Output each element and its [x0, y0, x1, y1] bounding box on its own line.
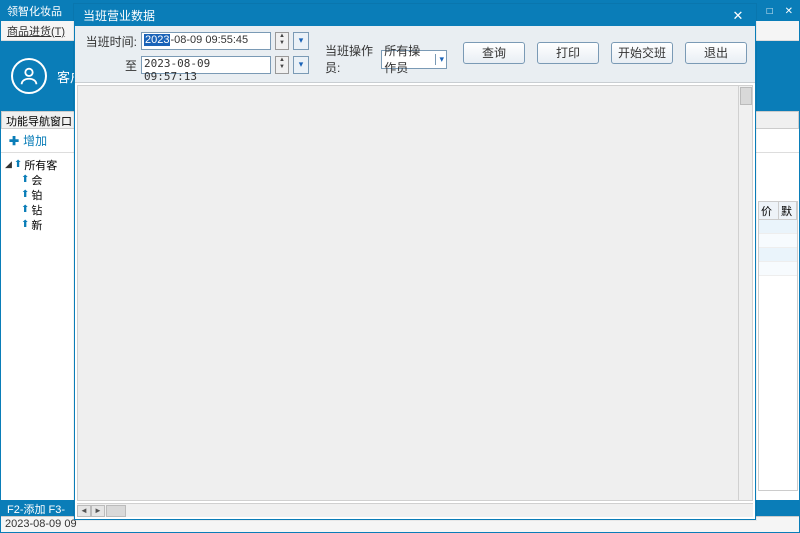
- button-row: 查询 打印 开始交班 退出: [463, 42, 747, 64]
- end-time-spinner[interactable]: ▲▼: [275, 56, 289, 74]
- chevron-down-icon: ▾: [435, 54, 444, 65]
- scroll-thumb[interactable]: [106, 505, 126, 517]
- menu-goods[interactable]: 商品进货(T): [7, 23, 65, 39]
- exit-button[interactable]: 退出: [685, 42, 747, 64]
- dialog-body: [77, 85, 753, 501]
- start-time-input[interactable]: 2023-08-09 09:55:45: [141, 32, 271, 50]
- dialog-title: 当班营业数据: [83, 7, 155, 24]
- main-title: 领智化妆品: [7, 3, 62, 19]
- close-icon[interactable]: ✕: [785, 6, 793, 17]
- dialog-close-icon[interactable]: ✕: [729, 8, 747, 24]
- maximize-icon[interactable]: □: [767, 6, 773, 17]
- operator-label: 当班操作员:: [325, 42, 377, 76]
- dialog-titlebar: 当班营业数据 ✕: [75, 5, 755, 26]
- end-time-dropdown-icon[interactable]: ▾: [293, 56, 309, 74]
- start-time-label: 当班时间:: [83, 33, 137, 50]
- avatar-icon: [11, 58, 47, 94]
- end-time-input[interactable]: 2023-08-09 09:57:13: [141, 56, 271, 74]
- col-price: 价: [759, 202, 779, 219]
- print-button[interactable]: 打印: [537, 42, 599, 64]
- shift-data-dialog: 当班营业数据 ✕ 当班时间: 2023-08-09 09:55:45 ▲▼ ▾ …: [74, 4, 756, 520]
- right-grid: 价 默: [758, 201, 798, 491]
- scroll-right-icon[interactable]: ►: [91, 505, 105, 517]
- col-default: 默: [779, 202, 797, 219]
- time-block: 当班时间: 2023-08-09 09:55:45 ▲▼ ▾ 至 2023-08…: [83, 32, 309, 74]
- start-shift-button[interactable]: 开始交班: [611, 42, 673, 64]
- operator-value: 所有操作员: [384, 42, 431, 76]
- end-time-label: 至: [83, 57, 137, 74]
- add-button[interactable]: 增加: [23, 132, 47, 149]
- horizontal-scrollbar[interactable]: ◄ ►: [77, 503, 753, 517]
- end-time-row: 至 2023-08-09 09:57:13 ▲▼ ▾: [83, 56, 309, 74]
- vertical-scrollbar[interactable]: [738, 86, 752, 500]
- start-time-spinner[interactable]: ▲▼: [275, 32, 289, 50]
- dialog-toolbar: 当班时间: 2023-08-09 09:55:45 ▲▼ ▾ 至 2023-08…: [75, 26, 755, 83]
- scroll-left-icon[interactable]: ◄: [77, 505, 91, 517]
- start-time-row: 当班时间: 2023-08-09 09:55:45 ▲▼ ▾: [83, 32, 309, 50]
- start-time-dropdown-icon[interactable]: ▾: [293, 32, 309, 50]
- grid-rows: [759, 220, 797, 276]
- plus-icon: ✚: [9, 134, 19, 148]
- operator-block: 当班操作员: 所有操作员 ▾: [325, 42, 447, 76]
- grid-header: 价 默: [759, 202, 797, 220]
- operator-select[interactable]: 所有操作员 ▾: [381, 50, 447, 69]
- query-button[interactable]: 查询: [463, 42, 525, 64]
